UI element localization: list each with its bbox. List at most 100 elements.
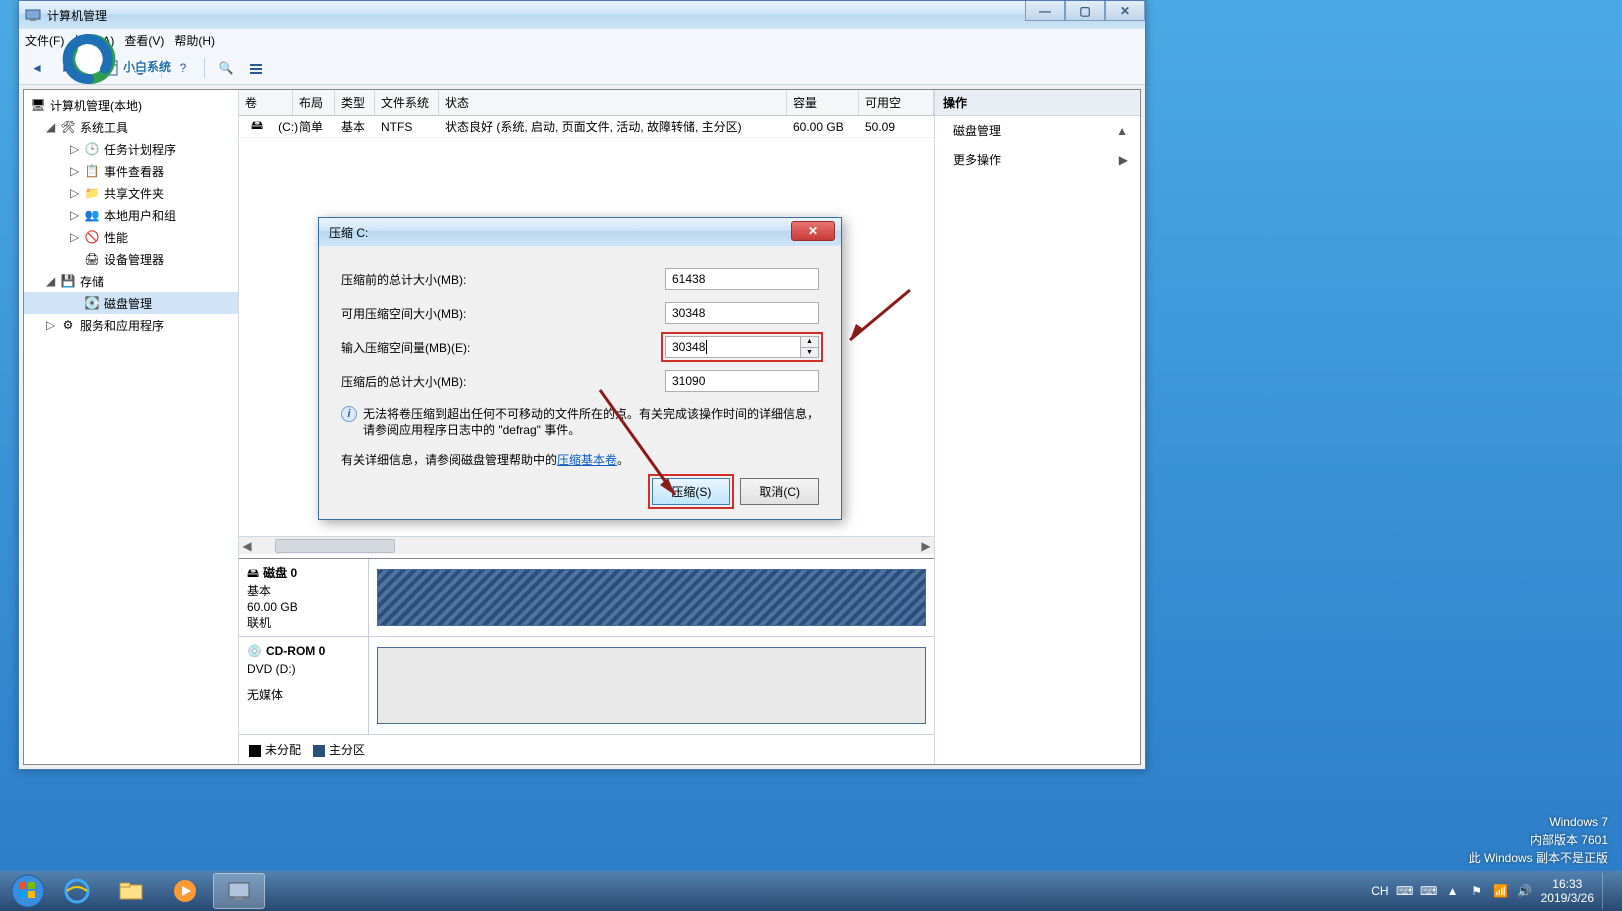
col-status[interactable]: 状态: [439, 90, 787, 115]
separator: [88, 58, 89, 78]
nav-tree[interactable]: 🖥计算机管理(本地) ◢🛠系统工具 ▷🕒任务计划程序 ▷📋事件查看器 ▷📁共享文…: [24, 90, 239, 764]
find-icon[interactable]: 🔍: [214, 56, 238, 80]
volume-grid-header: 卷 布局 类型 文件系统 状态 容量 可用空: [239, 90, 934, 116]
services-icon: ⚙: [60, 317, 76, 333]
tray-network-icon[interactable]: 📶: [1493, 883, 1509, 899]
ime-indicator[interactable]: CH: [1371, 884, 1388, 898]
event-icon: 📋: [84, 163, 100, 179]
views-icon[interactable]: [98, 56, 122, 80]
shrink-amount-label: 输入压缩空间量(MB)(E):: [341, 339, 665, 356]
tree-task-scheduler[interactable]: ▷🕒任务计划程序: [24, 138, 238, 160]
tray-volume-icon[interactable]: 🔊: [1517, 883, 1533, 899]
separator: [204, 58, 205, 78]
tree-root[interactable]: 🖥计算机管理(本地): [24, 94, 238, 116]
storage-icon: 💾: [60, 273, 76, 289]
menubar: 文件(F) 操作(A) 查看(V) 帮助(H): [19, 29, 1145, 51]
available-shrink-label: 可用压缩空间大小(MB):: [341, 305, 665, 322]
tray-chevron-up-icon[interactable]: ▲: [1445, 883, 1461, 899]
cancel-button[interactable]: 取消(C): [740, 478, 819, 505]
text-cursor: [706, 340, 707, 354]
taskbar-explorer-icon[interactable]: [105, 873, 157, 909]
disk-0-partition-c[interactable]: [377, 569, 926, 626]
folder-icon: 📁: [84, 185, 100, 201]
disk-legend: 未分配 主分区: [239, 735, 934, 764]
device-icon: 🖨: [84, 251, 100, 267]
after-shrink-label: 压缩后的总计大小(MB):: [341, 373, 665, 390]
shrink-button[interactable]: 压缩(S): [652, 478, 730, 505]
toolbar: ◄ ► ? 🔍: [19, 51, 1145, 85]
menu-file[interactable]: 文件(F): [25, 32, 64, 49]
show-desktop-button[interactable]: [1602, 873, 1612, 909]
info-icon: i: [341, 406, 357, 422]
clock[interactable]: 16:33 2019/3/26: [1541, 877, 1594, 905]
maximize-button[interactable]: ▢: [1065, 1, 1105, 21]
forward-icon[interactable]: ►: [55, 56, 79, 80]
tree-shared-folders[interactable]: ▷📁共享文件夹: [24, 182, 238, 204]
spinner-up-icon: ▲: [800, 337, 818, 348]
perf-icon: 🚫: [84, 229, 100, 245]
col-type[interactable]: 类型: [335, 90, 375, 115]
action-disk-mgmt[interactable]: 磁盘管理▲: [935, 116, 1140, 145]
shrink-volume-dialog: 压缩 C: ✕ 压缩前的总计大小(MB): 61438 可用压缩空间大小(MB)…: [318, 217, 842, 520]
tray-keyboard2-icon[interactable]: ⌨: [1421, 883, 1437, 899]
tree-systools[interactable]: ◢🛠系统工具: [24, 116, 238, 138]
close-button[interactable]: ✕: [1105, 1, 1145, 21]
taskbar-ie-icon[interactable]: [51, 873, 103, 909]
tree-event-viewer[interactable]: ▷📋事件查看器: [24, 160, 238, 182]
volume-icon: 🖴: [245, 116, 270, 137]
tray-flag-icon[interactable]: ⚑: [1469, 883, 1485, 899]
minimize-button[interactable]: —: [1025, 1, 1065, 21]
total-size-label: 压缩前的总计大小(MB):: [341, 271, 665, 288]
shrink-amount-input[interactable]: 30348 ▲▼: [665, 336, 819, 358]
cdrom-bar: [377, 647, 926, 724]
spinner[interactable]: ▲▼: [800, 337, 818, 357]
separator: [161, 58, 162, 78]
help-icon[interactable]: ?: [171, 56, 195, 80]
tree-disk-management[interactable]: 💽磁盘管理: [24, 292, 238, 314]
taskbar-diskmgmt-icon[interactable]: [213, 873, 265, 909]
tray-keyboard-icon[interactable]: ⌨: [1397, 883, 1413, 899]
disk-icon: 💽: [84, 295, 100, 311]
menu-view[interactable]: 查看(V): [124, 32, 164, 49]
h-scrollbar[interactable]: ◀ ▶: [239, 536, 934, 554]
taskbar-media-icon[interactable]: [159, 873, 211, 909]
tree-storage[interactable]: ◢💾存储: [24, 270, 238, 292]
titlebar[interactable]: 计算机管理 — ▢ ✕: [19, 1, 1145, 29]
refresh-icon[interactable]: [128, 56, 152, 80]
dialog-titlebar[interactable]: 压缩 C: ✕: [319, 218, 841, 246]
tree-services[interactable]: ▷⚙服务和应用程序: [24, 314, 238, 336]
dialog-close-button[interactable]: ✕: [791, 221, 835, 241]
col-capacity[interactable]: 容量: [787, 90, 859, 115]
disk-icon: 🖴: [247, 565, 259, 583]
dialog-title: 压缩 C:: [329, 224, 368, 241]
menu-action[interactable]: 操作(A): [74, 32, 114, 49]
col-volume[interactable]: 卷: [239, 90, 293, 115]
col-layout[interactable]: 布局: [293, 90, 335, 115]
taskbar: CH ⌨ ⌨ ▲ ⚑ 📶 🔊 16:33 2019/3/26: [0, 871, 1622, 911]
action-more[interactable]: 更多操作▶: [935, 145, 1140, 174]
window-title: 计算机管理: [47, 7, 107, 24]
start-button[interactable]: [6, 871, 50, 911]
tree-device-manager[interactable]: 🖨设备管理器: [24, 248, 238, 270]
users-icon: 👥: [84, 207, 100, 223]
disk-graphical-view: 🖴磁盘 0 基本 60.00 GB 联机 💿CD-ROM 0 DVD (D:) …: [239, 558, 934, 764]
tree-local-users[interactable]: ▷👥本地用户和组: [24, 204, 238, 226]
options-icon[interactable]: [244, 56, 268, 80]
tools-icon: 🛠: [60, 119, 76, 135]
col-fs[interactable]: 文件系统: [375, 90, 439, 115]
back-icon[interactable]: ◄: [25, 56, 49, 80]
tree-performance[interactable]: ▷🚫性能: [24, 226, 238, 248]
clock-icon: 🕒: [84, 141, 100, 157]
chevron-right-icon: ▶: [1119, 153, 1128, 167]
info-text: 无法将卷压缩到超出任何不可移动的文件所在的点。有关完成该操作时间的详细信息，请参…: [363, 406, 819, 438]
spinner-down-icon: ▼: [800, 348, 818, 358]
help-link[interactable]: 压缩基本卷: [557, 453, 617, 467]
menu-help[interactable]: 帮助(H): [174, 32, 215, 49]
activation-watermark: Windows 7 内部版本 7601 此 Windows 副本不是正版: [1469, 813, 1608, 867]
col-free[interactable]: 可用空: [859, 90, 934, 115]
system-tray: CH ⌨ ⌨ ▲ ⚑ 📶 🔊 16:33 2019/3/26: [1371, 873, 1622, 909]
volume-row[interactable]: 🖴(C:) 简单 基本 NTFS 状态良好 (系统, 启动, 页面文件, 活动,…: [239, 116, 934, 138]
cdrom-row[interactable]: 💿CD-ROM 0 DVD (D:) 无媒体: [239, 637, 934, 735]
disk-0-row[interactable]: 🖴磁盘 0 基本 60.00 GB 联机: [239, 559, 934, 637]
computer-icon: 🖥: [30, 97, 46, 113]
